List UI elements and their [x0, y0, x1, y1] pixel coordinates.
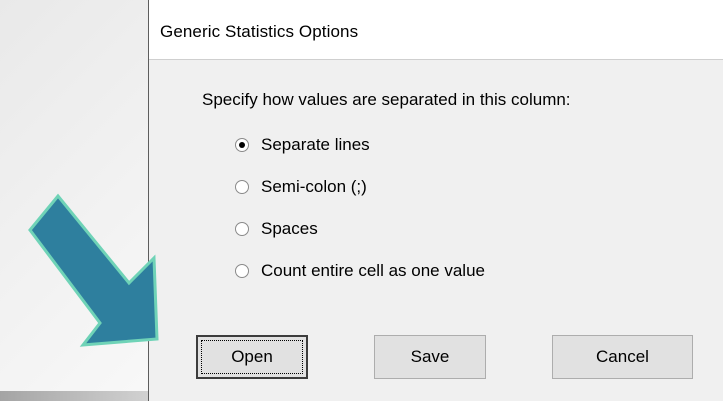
background-strip [0, 391, 160, 401]
instruction-text: Specify how values are separated in this… [202, 90, 571, 109]
radio-label: Separate lines [261, 135, 370, 154]
radio-button-icon[interactable] [235, 264, 249, 278]
radio-button-icon[interactable] [235, 138, 249, 152]
generic-statistics-options-dialog: Generic Statistics Options Specify how v… [148, 0, 723, 401]
save-button[interactable]: Save [374, 335, 486, 379]
open-button[interactable]: Open [196, 335, 308, 379]
radio-button-icon[interactable] [235, 180, 249, 194]
radio-option-entire-cell[interactable]: Count entire cell as one value [235, 260, 485, 282]
radio-label: Semi-colon (;) [261, 177, 367, 196]
radio-option-separate-lines[interactable]: Separate lines [235, 134, 370, 156]
radio-label: Count entire cell as one value [261, 261, 485, 280]
arrow-shape [28, 193, 159, 347]
dialog-title: Generic Statistics Options [160, 22, 359, 41]
radio-option-spaces[interactable]: Spaces [235, 218, 318, 240]
cancel-button[interactable]: Cancel [552, 335, 693, 379]
radio-label: Spaces [261, 219, 318, 238]
radio-option-semi-colon[interactable]: Semi-colon (;) [235, 176, 367, 198]
dialog-titlebar: Generic Statistics Options [149, 0, 723, 60]
radio-button-icon[interactable] [235, 222, 249, 236]
